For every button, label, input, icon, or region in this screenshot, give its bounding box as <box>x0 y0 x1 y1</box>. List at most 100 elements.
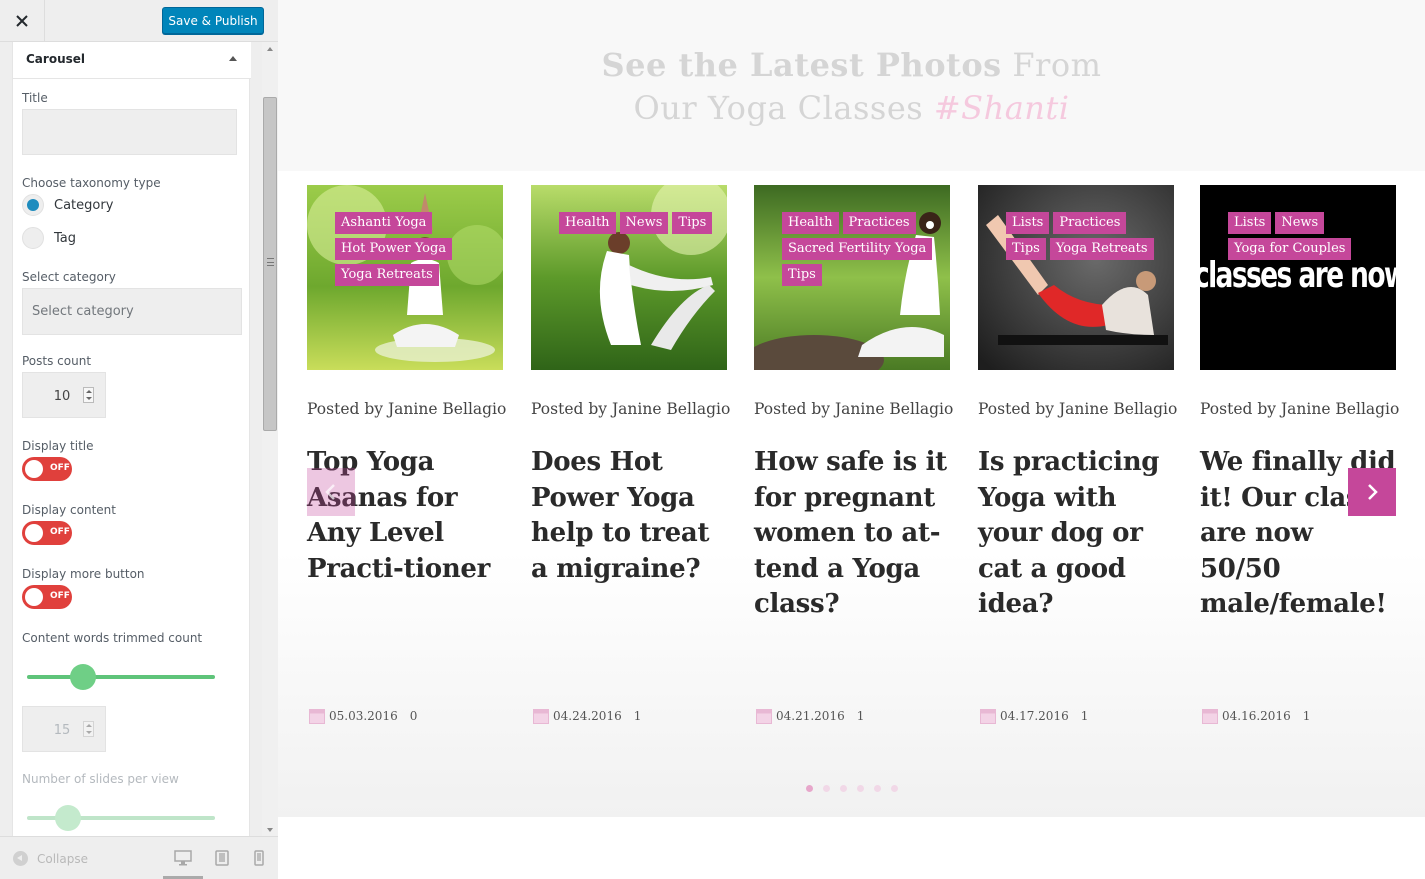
collapse-label: Collapse <box>37 851 88 866</box>
tag[interactable]: News <box>1275 212 1325 234</box>
tag[interactable]: Tips <box>672 212 713 234</box>
post-title[interactable]: Does Hot Power Yoga help to treat a migr… <box>531 445 727 587</box>
scroll-up-arrow-icon[interactable] <box>267 47 273 51</box>
select-category-dropdown[interactable]: Select category <box>22 288 242 335</box>
tag-list: Health Practices Sacred Fertility Yoga T… <box>782 212 942 286</box>
spinner-arrows-icon[interactable] <box>83 387 94 403</box>
tag[interactable]: Yoga Retreats <box>335 264 439 286</box>
tag[interactable]: Practices <box>1053 212 1127 234</box>
display-title-toggle[interactable]: OFF <box>22 457 72 481</box>
words-trimmed-stepper[interactable]: 15 <box>22 706 106 752</box>
scroll-down-arrow-icon[interactable] <box>267 828 273 832</box>
tag[interactable]: Practices <box>842 212 916 234</box>
tag[interactable]: Tips <box>1006 238 1046 260</box>
carousel-section: Carousel Title Choose taxonomy type Cate… <box>12 42 251 836</box>
post-thumbnail[interactable]: Health Practices Sacred Fertility Yoga T… <box>754 185 950 370</box>
pagination-dot[interactable] <box>891 785 898 792</box>
chevron-right-icon <box>1368 484 1378 500</box>
tag-list: Health News Tips <box>559 212 719 234</box>
post-thumbnail[interactable]: Lists Practices Tips Yoga Retreats <box>978 185 1174 370</box>
pagination-dot[interactable] <box>806 785 813 792</box>
post-card[interactable]: classes are now Lists News Yoga for Coup… <box>1200 185 1399 623</box>
panel-footer: Collapse <box>0 836 278 879</box>
mobile-preview-icon[interactable] <box>250 850 268 866</box>
tag[interactable]: Hot Power Yoga <box>335 238 453 260</box>
post-card[interactable]: Health News Tips Posted by Janine Bellag… <box>531 185 730 587</box>
tag[interactable]: Tips <box>782 264 822 286</box>
post-thumbnail[interactable]: Health News Tips <box>531 185 727 370</box>
post-title[interactable]: How safe is it for pregnant women to at-… <box>754 445 950 623</box>
toggle-knob <box>25 524 43 542</box>
post-date: 04.21.2016 <box>776 708 845 723</box>
pagination-dot[interactable] <box>874 785 881 792</box>
grip-icon <box>267 258 274 266</box>
close-icon <box>16 15 28 27</box>
section-title: Carousel <box>26 52 86 66</box>
radio-category-label: Category <box>54 197 114 213</box>
comment-count: 1 <box>1302 708 1311 723</box>
post-meta: 04.24.2016 1 <box>533 707 641 724</box>
tag[interactable]: Sacred Fertility Yoga <box>782 238 933 260</box>
post-card[interactable]: Ashanti Yoga Hot Power Yoga Yoga Retreat… <box>307 185 507 587</box>
tag[interactable]: Yoga for Couples <box>1228 238 1352 260</box>
tag[interactable]: Lists <box>1228 212 1272 234</box>
post-card[interactable]: Health Practices Sacred Fertility Yoga T… <box>754 185 954 623</box>
tag[interactable]: News <box>619 212 669 234</box>
calendar-icon <box>533 709 549 724</box>
tag[interactable]: Yoga Retreats <box>1049 238 1154 260</box>
radio-selected-icon <box>22 194 44 216</box>
carousel-prev-button[interactable] <box>307 468 355 516</box>
hero-heading-line2: Our Yoga Classes #Shanti <box>633 89 1070 127</box>
comment-count: 1 <box>856 708 865 723</box>
radio-category[interactable]: Category <box>22 194 113 216</box>
pagination-dot[interactable] <box>857 785 864 792</box>
hero-heading-line1: See the Latest Photos From <box>601 46 1102 84</box>
desktop-preview-icon[interactable] <box>174 850 192 866</box>
post-byline: Posted by Janine Bellagio <box>978 400 1178 418</box>
spinner-arrows-icon[interactable] <box>83 721 94 737</box>
title-input[interactable] <box>22 109 237 155</box>
display-content-label: Display content <box>22 503 116 517</box>
post-meta: 04.16.2016 1 <box>1202 707 1310 724</box>
taxonomy-label: Choose taxonomy type <box>22 176 161 190</box>
post-card[interactable]: Lists Practices Tips Yoga Retreats Poste… <box>978 185 1178 623</box>
words-trimmed-slider-handle[interactable] <box>70 664 97 690</box>
tag[interactable]: Health <box>782 212 839 234</box>
pagination-dot[interactable] <box>840 785 847 792</box>
tablet-preview-icon[interactable] <box>213 850 231 866</box>
tag-list: Lists Practices Tips Yoga Retreats <box>1006 212 1166 260</box>
display-more-label: Display more button <box>22 567 145 581</box>
tag[interactable]: Health <box>559 212 616 234</box>
collapse-button[interactable]: Collapse <box>13 851 88 866</box>
close-button[interactable] <box>0 0 45 42</box>
panel-scrollbar[interactable] <box>262 42 278 836</box>
words-trimmed-slider[interactable] <box>27 675 215 679</box>
carousel-next-button[interactable] <box>1348 468 1396 516</box>
toggle-knob <box>25 588 43 606</box>
section-header[interactable]: Carousel <box>13 42 251 79</box>
post-title[interactable]: Top Yoga Asanas for Any Level Practi-tio… <box>307 445 503 587</box>
radio-tag[interactable]: Tag <box>22 227 76 249</box>
pagination-dot[interactable] <box>823 785 830 792</box>
post-thumbnail[interactable]: Ashanti Yoga Hot Power Yoga Yoga Retreat… <box>307 185 503 370</box>
save-publish-button[interactable]: Save & Publish <box>162 7 264 34</box>
tag-list: Lists News Yoga for Couples <box>1228 212 1388 260</box>
post-byline: Posted by Janine Bellagio <box>307 400 507 418</box>
post-date: 04.16.2016 <box>1222 708 1291 723</box>
posts-count-stepper[interactable]: 10 <box>22 372 106 418</box>
slides-per-view-slider-handle[interactable] <box>55 805 82 831</box>
tag[interactable]: Lists <box>1006 212 1050 234</box>
display-content-toggle[interactable]: OFF <box>22 521 72 545</box>
post-title[interactable]: Is practicing Yoga with your dog or cat … <box>978 445 1174 623</box>
scrollbar-thumb[interactable] <box>263 97 277 431</box>
tag[interactable]: Ashanti Yoga <box>335 212 433 234</box>
tag-list: Ashanti Yoga Hot Power Yoga Yoga Retreat… <box>335 212 495 286</box>
display-more-toggle[interactable]: OFF <box>22 585 72 609</box>
post-meta: 04.17.2016 1 <box>980 707 1088 724</box>
post-thumbnail[interactable]: classes are now Lists News Yoga for Coup… <box>1200 185 1396 370</box>
site-preview: See the Latest Photos From Our Yoga Clas… <box>278 0 1425 879</box>
post-byline: Posted by Janine Bellagio <box>754 400 954 418</box>
calendar-icon <box>980 709 996 724</box>
post-meta: 05.03.2016 0 <box>309 707 417 724</box>
posts-count-value: 10 <box>53 389 71 404</box>
